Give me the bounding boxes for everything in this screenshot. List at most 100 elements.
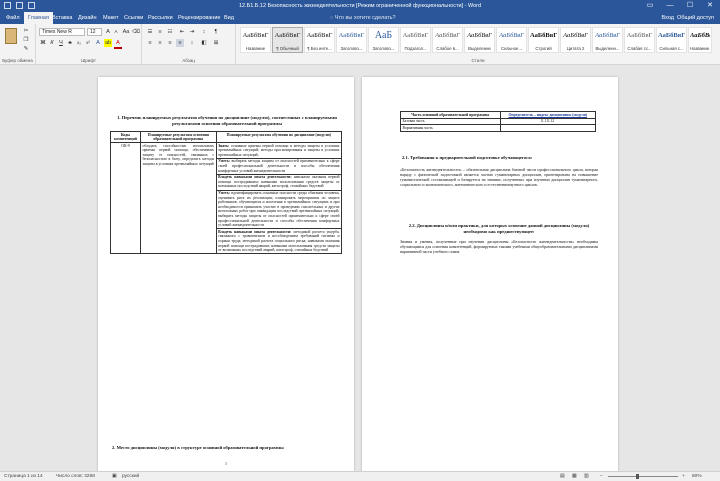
shading-icon[interactable]: ◧ [200,39,208,47]
style-quote[interactable]: АаБбВвГ Цитата 2 [560,27,591,53]
sign-in-link[interactable]: Вход [662,15,674,21]
style-subtle-emphasis[interactable]: АаБбВвГ Слабое в... [432,27,463,53]
font-name-select[interactable]: Times New R [39,28,85,36]
style-name: Название... [690,46,710,51]
style-name: Выделение [468,46,491,51]
style-sample: АаБбВвГ [435,32,460,39]
cut-icon[interactable]: ✂ [22,27,30,35]
style-book-title[interactable]: АаБбВвГ Название... [688,27,712,53]
text-effects-icon[interactable]: A [94,39,102,47]
save-icon[interactable] [4,2,11,9]
italic-icon[interactable]: К [48,39,56,47]
style-normal[interactable]: АаБбВвГ ¶ Обычный [272,27,303,53]
style-subtitle[interactable]: АаБбВвГ Подзагол... [400,27,431,53]
table-header-cell: Коды компетенций [110,130,141,144]
close-button[interactable]: ✕ [700,0,720,12]
paste-icon[interactable] [5,28,17,44]
style-emphasis[interactable]: АаБбВвГ Выделение [464,27,495,53]
tab-file[interactable]: Файл [6,12,20,24]
page-number: 1 [225,461,227,466]
increase-indent-icon[interactable]: ⇥ [188,28,196,36]
style-sample: АаБбВвГ [306,32,333,39]
style-no-spacing[interactable]: АаБбВвГ ¶ Без инте... [304,27,335,53]
learning-outcomes: Знать: основные приемы первой помощи и м… [215,142,343,255]
table-row: ОК-9 обладать способностью использовать … [110,142,343,255]
tell-me-search[interactable]: ◌ Что вы хотите сделать? [330,12,396,24]
tab-review[interactable]: Рецензирование [178,12,220,24]
font-size-select[interactable]: 12 [87,28,102,36]
styles-group: АаБбВвГ Название АаБбВвГ ¶ Обычный АаБбВвГ… [236,24,720,64]
style-sample: АаБбВвГ [563,32,588,39]
ribbon-display-options-icon[interactable]: ▭ [640,0,660,12]
grow-font-icon[interactable]: A [104,28,112,36]
outcome-label: Знать: [218,143,230,148]
outcome-able: Уметь: выбирать методы защиты от опаснос… [216,159,341,175]
style-sample: АаБбВвГ [499,32,524,39]
style-sample: АаБбВвГ [402,32,429,39]
shrink-font-icon[interactable]: A [112,28,120,36]
bold-icon[interactable]: Ж [39,39,47,47]
tab-layout[interactable]: Макет [103,12,119,24]
line-spacing-icon[interactable]: ↕ [188,39,196,47]
document-page-2[interactable]: Часть основной образовательной программы… [362,77,618,471]
program-part-table: Часть основной образовательной программы… [400,111,596,132]
table-header-row: Коды компетенций Планируемые результаты … [110,130,343,144]
quick-access-toolbar [4,2,35,9]
highlight-icon[interactable]: ab [104,39,112,47]
style-title[interactable]: АаБбВвГ Название [240,27,271,53]
minimize-button[interactable]: — [660,0,680,12]
outcome-text: идентифицировать основные опасности сред… [218,191,340,228]
style-sample: АаБ [374,30,393,41]
change-case-icon[interactable]: Aa [122,28,130,36]
multilevel-list-icon[interactable]: ☷ [166,28,174,36]
ribbon-home: ✂ ❐ ✎ Буфер обмена Times New R 12 A A Aa… [0,24,720,65]
justify-icon[interactable]: ≡ [176,39,184,47]
style-subtle-reference[interactable]: АаБбВвГ Слабая сс... [624,27,655,53]
redo-icon[interactable] [28,2,35,9]
tab-references[interactable]: Ссылки [124,12,143,24]
style-strong[interactable]: АаБбВвГ Строгий [528,27,559,53]
borders-icon[interactable]: ⊞ [212,39,220,47]
copy-icon[interactable]: ❐ [22,36,30,44]
numbering-icon[interactable]: ≡ [156,28,164,36]
bullets-icon[interactable]: ☰ [146,28,154,36]
share-button[interactable]: Общий доступ [677,15,714,21]
superscript-icon[interactable]: x² [84,39,92,47]
style-intense-quote[interactable]: АаБбВвГ Выделенн... [592,27,623,53]
align-center-icon[interactable]: ≡ [156,39,164,47]
style-sample: АаБбВвГ [690,32,710,39]
strikethrough-icon[interactable]: a [66,39,74,47]
format-painter-icon[interactable]: ✎ [22,45,30,53]
outcome-label: Уметь: [218,191,231,196]
outcome-text: основные приемы первой помощи и методы з… [218,143,340,157]
tab-home[interactable]: Главная [24,12,53,24]
underline-icon[interactable]: Ч [57,39,65,47]
zoom-slider-thumb[interactable] [636,474,639,479]
tab-design[interactable]: Дизайн [78,12,97,24]
sort-icon[interactable]: ↕ [200,28,208,36]
align-left-icon[interactable]: ≡ [146,39,154,47]
style-sample: АаБбВвГ [274,32,301,39]
zoom-slider[interactable] [608,476,678,477]
style-heading-2[interactable]: АаБ Заголово... [368,27,399,53]
style-intense-reference[interactable]: АаБбВвГ Сильная с... [656,27,687,53]
font-color-icon[interactable]: A [114,39,122,49]
tab-view[interactable]: Вид [224,12,234,24]
clear-formatting-icon[interactable]: ⌫ [132,28,140,36]
document-canvas[interactable]: 1. Перечень планируемых результатов обуч… [0,65,720,471]
decrease-indent-icon[interactable]: ⇤ [178,28,186,36]
maximize-button[interactable]: ☐ [680,0,700,12]
align-right-icon[interactable]: ≡ [166,39,174,47]
style-sample: АаБбВвГ [242,32,269,39]
outcome-label: Владеть навыками опыта деятельности: [218,229,292,234]
style-intense-emphasis[interactable]: АаБбВвГ Сильное... [496,27,527,53]
window-controls: ▭ — ☐ ✕ [640,0,720,12]
tab-insert[interactable]: Вставка [52,12,72,24]
undo-icon[interactable] [16,2,23,9]
tab-mailings[interactable]: Рассылки [148,12,173,24]
style-heading-1[interactable]: АаБбВвГ Заголово... [336,27,367,53]
document-page-1[interactable]: 1. Перечень планируемых результатов обуч… [98,77,354,471]
section-2-2-heading: 2.2. Дисциплины и/или практики, для кото… [408,223,590,234]
subscript-icon[interactable]: x₂ [75,39,83,47]
show-marks-icon[interactable]: ¶ [212,28,220,36]
